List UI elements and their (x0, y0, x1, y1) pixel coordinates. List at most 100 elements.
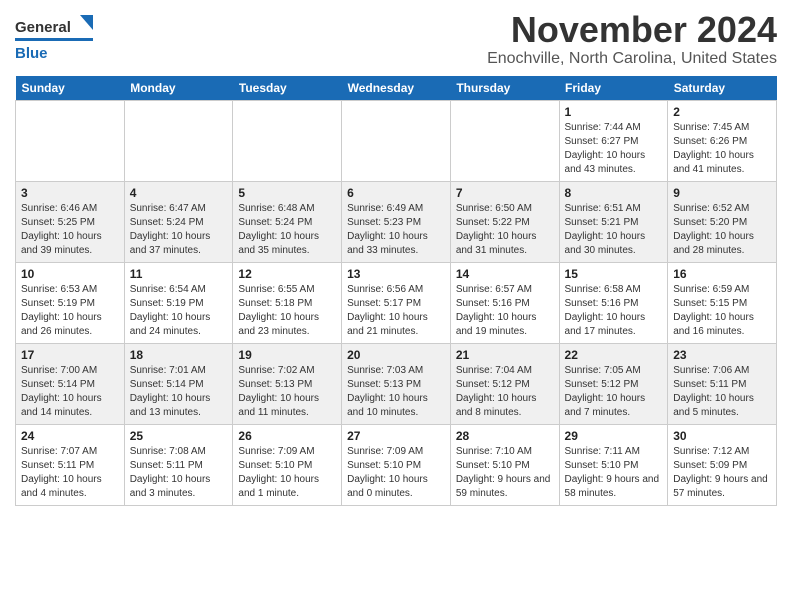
day-info: Sunrise: 6:56 AM Sunset: 5:17 PM Dayligh… (347, 283, 445, 339)
cell-content: 26Sunrise: 7:09 AM Sunset: 5:10 PM Dayli… (238, 429, 336, 501)
svg-text:General: General (15, 19, 71, 36)
calendar-cell: 15Sunrise: 6:58 AM Sunset: 5:16 PM Dayli… (559, 262, 668, 343)
day-info: Sunrise: 7:03 AM Sunset: 5:13 PM Dayligh… (347, 364, 445, 420)
cell-content: 13 Sunrise: 6:56 AM Sunset: 5:17 PM Dayli… (347, 267, 445, 339)
day-info: Sunrise: 6:52 AM Sunset: 5:20 PM Dayligh… (673, 202, 771, 258)
header-tuesday: Tuesday (233, 76, 342, 101)
calendar-cell: 22Sunrise: 7:05 AM Sunset: 5:12 PM Dayli… (559, 343, 668, 424)
day-info: Sunrise: 7:07 AM Sunset: 5:11 PM Dayligh… (21, 445, 119, 501)
page-header: General Blue November 2024 Enochville, N… (15, 10, 777, 68)
day-number: 5 (238, 186, 336, 200)
title-section: November 2024 Enochville, North Carolina… (487, 10, 777, 68)
calendar-cell: 1 Sunrise: 7:44 AM Sunset: 6:27 PM Daylig… (559, 100, 668, 181)
calendar-cell: 13 Sunrise: 6:56 AM Sunset: 5:17 PM Dayli… (342, 262, 451, 343)
day-number: 10 (21, 267, 119, 281)
calendar-week-2: 3Sunrise: 6:46 AM Sunset: 5:25 PM Daylig… (16, 181, 777, 262)
calendar-cell (16, 100, 125, 181)
day-info: Sunrise: 7:02 AM Sunset: 5:13 PM Dayligh… (238, 364, 336, 420)
cell-content: 28 Sunrise: 7:10 AM Sunset: 5:10 PM Dayli… (456, 429, 554, 501)
calendar-cell: 19 Sunrise: 7:02 AM Sunset: 5:13 PM Dayli… (233, 343, 342, 424)
day-info: Sunrise: 7:09 AM Sunset: 5:10 PM Dayligh… (347, 445, 445, 501)
day-number: 23 (673, 348, 771, 362)
cell-content: 9Sunrise: 6:52 AM Sunset: 5:20 PM Daylig… (673, 186, 771, 258)
day-number: 15 (565, 267, 663, 281)
day-number: 12 (238, 267, 336, 281)
calendar-cell: 30Sunrise: 7:12 AM Sunset: 5:09 PM Dayli… (668, 424, 777, 505)
logo-svg: General Blue (15, 10, 100, 65)
day-number: 29 (565, 429, 663, 443)
day-number: 6 (347, 186, 445, 200)
calendar-cell: 4Sunrise: 6:47 AM Sunset: 5:24 PM Daylig… (124, 181, 233, 262)
day-number: 19 (238, 348, 336, 362)
calendar-body: 1 Sunrise: 7:44 AM Sunset: 6:27 PM Daylig… (16, 100, 777, 505)
day-number: 1 (565, 105, 663, 119)
cell-content: 4Sunrise: 6:47 AM Sunset: 5:24 PM Daylig… (130, 186, 228, 258)
svg-text:Blue: Blue (15, 45, 48, 62)
day-number: 2 (673, 105, 771, 119)
calendar-cell: 2Sunrise: 7:45 AM Sunset: 6:26 PM Daylig… (668, 100, 777, 181)
calendar-cell: 16Sunrise: 6:59 AM Sunset: 5:15 PM Dayli… (668, 262, 777, 343)
cell-content: 6 Sunrise: 6:49 AM Sunset: 5:23 PM Daylig… (347, 186, 445, 258)
cell-content: 12 Sunrise: 6:55 AM Sunset: 5:18 PM Dayli… (238, 267, 336, 339)
cell-content: 10Sunrise: 6:53 AM Sunset: 5:19 PM Dayli… (21, 267, 119, 339)
header-friday: Friday (559, 76, 668, 101)
calendar-cell: 17Sunrise: 7:00 AM Sunset: 5:14 PM Dayli… (16, 343, 125, 424)
calendar-cell (233, 100, 342, 181)
calendar-cell (450, 100, 559, 181)
day-number: 11 (130, 267, 228, 281)
calendar-cell: 10Sunrise: 6:53 AM Sunset: 5:19 PM Dayli… (16, 262, 125, 343)
cell-content: 30Sunrise: 7:12 AM Sunset: 5:09 PM Dayli… (673, 429, 771, 501)
calendar-cell: 21 Sunrise: 7:04 AM Sunset: 5:12 PM Dayli… (450, 343, 559, 424)
cell-content: 20 Sunrise: 7:03 AM Sunset: 5:13 PM Dayli… (347, 348, 445, 420)
calendar-cell: 8 Sunrise: 6:51 AM Sunset: 5:21 PM Daylig… (559, 181, 668, 262)
cell-content: 18Sunrise: 7:01 AM Sunset: 5:14 PM Dayli… (130, 348, 228, 420)
day-number: 30 (673, 429, 771, 443)
cell-content: 23Sunrise: 7:06 AM Sunset: 5:11 PM Dayli… (673, 348, 771, 420)
day-number: 28 (456, 429, 554, 443)
cell-content: 27Sunrise: 7:09 AM Sunset: 5:10 PM Dayli… (347, 429, 445, 501)
calendar-cell: 23Sunrise: 7:06 AM Sunset: 5:11 PM Dayli… (668, 343, 777, 424)
calendar-cell: 27Sunrise: 7:09 AM Sunset: 5:10 PM Dayli… (342, 424, 451, 505)
calendar-cell: 3Sunrise: 6:46 AM Sunset: 5:25 PM Daylig… (16, 181, 125, 262)
day-info: Sunrise: 6:54 AM Sunset: 5:19 PM Dayligh… (130, 283, 228, 339)
cell-content: 11 Sunrise: 6:54 AM Sunset: 5:19 PM Dayli… (130, 267, 228, 339)
day-number: 20 (347, 348, 445, 362)
day-info: Sunrise: 6:49 AM Sunset: 5:23 PM Dayligh… (347, 202, 445, 258)
calendar-cell: 26Sunrise: 7:09 AM Sunset: 5:10 PM Dayli… (233, 424, 342, 505)
cell-content: 19 Sunrise: 7:02 AM Sunset: 5:13 PM Dayli… (238, 348, 336, 420)
day-number: 25 (130, 429, 228, 443)
calendar-week-5: 24 Sunrise: 7:07 AM Sunset: 5:11 PM Dayli… (16, 424, 777, 505)
cell-content: 2Sunrise: 7:45 AM Sunset: 6:26 PM Daylig… (673, 105, 771, 177)
day-number: 24 (21, 429, 119, 443)
day-info: Sunrise: 7:44 AM Sunset: 6:27 PM Dayligh… (565, 121, 663, 177)
day-info: Sunrise: 6:57 AM Sunset: 5:16 PM Dayligh… (456, 283, 554, 339)
cell-content: 7Sunrise: 6:50 AM Sunset: 5:22 PM Daylig… (456, 186, 554, 258)
day-info: Sunrise: 6:55 AM Sunset: 5:18 PM Dayligh… (238, 283, 336, 339)
calendar-cell: 29Sunrise: 7:11 AM Sunset: 5:10 PM Dayli… (559, 424, 668, 505)
day-info: Sunrise: 7:04 AM Sunset: 5:12 PM Dayligh… (456, 364, 554, 420)
day-info: Sunrise: 6:50 AM Sunset: 5:22 PM Dayligh… (456, 202, 554, 258)
calendar-cell: 28 Sunrise: 7:10 AM Sunset: 5:10 PM Dayli… (450, 424, 559, 505)
cell-content: 21 Sunrise: 7:04 AM Sunset: 5:12 PM Dayli… (456, 348, 554, 420)
day-info: Sunrise: 7:01 AM Sunset: 5:14 PM Dayligh… (130, 364, 228, 420)
day-number: 16 (673, 267, 771, 281)
header-monday: Monday (124, 76, 233, 101)
day-number: 8 (565, 186, 663, 200)
cell-content: 3Sunrise: 6:46 AM Sunset: 5:25 PM Daylig… (21, 186, 119, 258)
calendar-cell: 5Sunrise: 6:48 AM Sunset: 5:24 PM Daylig… (233, 181, 342, 262)
day-number: 17 (21, 348, 119, 362)
day-info: Sunrise: 6:51 AM Sunset: 5:21 PM Dayligh… (565, 202, 663, 258)
calendar-week-1: 1 Sunrise: 7:44 AM Sunset: 6:27 PM Daylig… (16, 100, 777, 181)
header-thursday: Thursday (450, 76, 559, 101)
calendar-cell: 24 Sunrise: 7:07 AM Sunset: 5:11 PM Dayli… (16, 424, 125, 505)
cell-content: 16Sunrise: 6:59 AM Sunset: 5:15 PM Dayli… (673, 267, 771, 339)
day-number: 13 (347, 267, 445, 281)
day-info: Sunrise: 6:47 AM Sunset: 5:24 PM Dayligh… (130, 202, 228, 258)
day-info: Sunrise: 7:05 AM Sunset: 5:12 PM Dayligh… (565, 364, 663, 420)
day-info: Sunrise: 7:10 AM Sunset: 5:10 PM Dayligh… (456, 445, 554, 501)
day-number: 26 (238, 429, 336, 443)
cell-content: 1 Sunrise: 7:44 AM Sunset: 6:27 PM Daylig… (565, 105, 663, 177)
logo: General Blue (15, 10, 100, 65)
day-number: 21 (456, 348, 554, 362)
header-wednesday: Wednesday (342, 76, 451, 101)
